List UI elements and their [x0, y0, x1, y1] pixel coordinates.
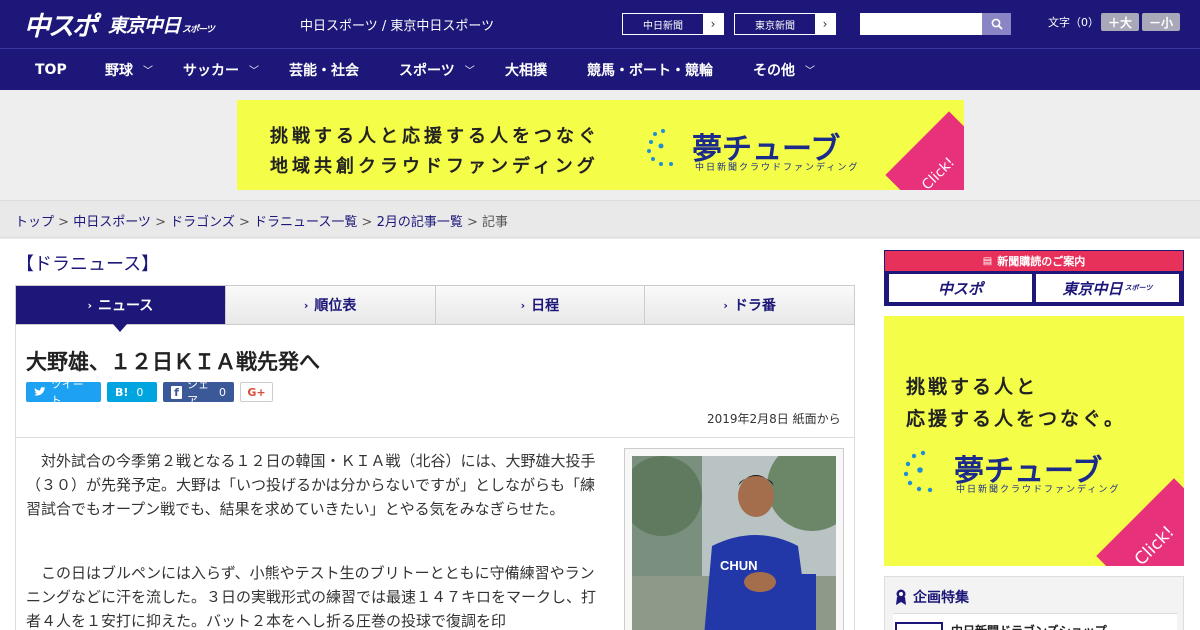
breadcrumb-feb-articles[interactable]: 2月の記事一覧: [377, 215, 463, 230]
subscribe-tokyo-chunichi[interactable]: 東京中日 スポーツ: [1036, 274, 1179, 302]
logo-chunichi-sports: 中スポ: [24, 11, 98, 42]
main-nav: TOP 野球 ﹀ サッカー ﹀ 芸能・社会 スポーツ ﹀ 大相撲 競馬・ボート・競輪 …: [0, 48, 1200, 90]
tweet-button[interactable]: ツイート: [26, 378, 101, 407]
top-header: 中スポ 東京中日 スポーツ 中日スポーツ / 東京中日スポーツ 中日新聞 › 東京…: [0, 0, 1200, 48]
chevron-right-icon: ›: [723, 298, 728, 312]
tab-schedule[interactable]: › 日程: [435, 286, 646, 324]
article-headline: 大野雄、１２日ＫＩＡ戦先発へ: [26, 350, 320, 374]
banner-sub: 中日新聞クラウドファンディング: [695, 163, 860, 173]
chevron-down-icon: ﹀: [143, 66, 153, 77]
logo-tokyo-chunichi: 東京中日 スポーツ: [108, 14, 215, 37]
nav-top[interactable]: TOP: [35, 49, 67, 90]
dragons-shop-thumb-icon: [895, 622, 943, 630]
tab-standings[interactable]: › 順位表: [225, 286, 436, 324]
feature-section: 企画特集 中日新聞ドラゴンズショップ: [884, 576, 1184, 630]
nav-soccer[interactable]: サッカー ﹀: [183, 49, 259, 90]
newspaper-icon: ▤: [982, 255, 993, 267]
twitter-icon: [34, 387, 46, 396]
sidebar-ad-line2: 応援する人をつなぐ。: [906, 408, 1127, 430]
chevron-down-icon: ﹀: [464, 66, 475, 77]
chevron-down-icon: ﹀: [805, 66, 815, 77]
tokyo-shimbun-link[interactable]: 東京新聞 ›: [734, 13, 836, 35]
site-tagline: 中日スポーツ / 東京中日スポーツ: [300, 19, 495, 34]
article-photo[interactable]: CHUN: [632, 456, 836, 630]
hatena-bookmark-button[interactable]: B! 0: [107, 382, 157, 402]
search-input[interactable]: [860, 13, 982, 35]
section-title: 【ドラニュース】: [16, 254, 160, 275]
font-bigger-button[interactable]: ＋大: [1101, 13, 1139, 31]
dragons-tabs: › ニュース › 順位表 › 日程 › ドラ番: [15, 285, 855, 332]
ribbon-icon: [896, 589, 906, 605]
tab-dora-ban[interactable]: › ドラ番: [645, 286, 854, 324]
subscribe-chunichi-sports[interactable]: 中スポ: [889, 274, 1032, 302]
nav-racing[interactable]: 競馬・ボート・競輪: [587, 49, 713, 90]
banner-line2: 地域共創クラウドファンディング: [270, 156, 599, 177]
tab-news[interactable]: › ニュース: [16, 286, 226, 332]
sidebar-ad-sub: 中日新聞クラウドファンディング: [956, 485, 1121, 495]
breadcrumb-dragons[interactable]: ドラゴンズ: [170, 215, 235, 230]
dots-logo-icon: [647, 129, 673, 166]
font-smaller-button[interactable]: －小: [1142, 13, 1180, 31]
player-photo-image: CHUN: [632, 456, 836, 630]
breadcrumb-top[interactable]: トップ: [15, 215, 54, 230]
google-plus-button[interactable]: G+: [240, 382, 273, 402]
search-button[interactable]: [982, 13, 1011, 35]
nav-baseball[interactable]: 野球 ﹀: [105, 49, 153, 90]
article-paragraph-2: この日はブルペンには入らず、小熊やテスト生のブリトーとともに守備練習やランニング…: [26, 564, 597, 630]
hatena-icon: B!: [115, 385, 129, 399]
breadcrumb-bar: トップ > 中日スポーツ > ドラゴンズ > ドラニュース一覧 > 2月の記事一…: [0, 200, 1200, 238]
facebook-icon: f: [171, 385, 183, 399]
font-size-label: 文字（0）: [1048, 16, 1099, 29]
facebook-share-button[interactable]: f シェア 0: [163, 378, 234, 407]
nav-entertainment[interactable]: 芸能・社会: [289, 49, 359, 90]
breadcrumb: トップ > 中日スポーツ > ドラゴンズ > ドラニュース一覧 > 2月の記事一…: [15, 215, 509, 230]
subscription-header: ▤ 新聞購読のご案内: [885, 251, 1183, 271]
nav-sports[interactable]: スポーツ ﹀: [399, 49, 475, 90]
chevron-down-icon: ﹀: [249, 66, 259, 77]
article-paragraph-1: 対外試合の今季第２戦となる１２日の韓国・ＫＩＡ戦（北谷）には、大野雄大投手（３０…: [26, 452, 596, 518]
nav-other[interactable]: その他 ﹀: [753, 49, 815, 90]
chevron-right-icon: ›: [303, 298, 309, 312]
crowdfunding-banner-ad[interactable]: 挑戦する人と応援する人をつなぐ 地域共創クラウドファンディング 夢チューブ 中日…: [237, 100, 964, 190]
chevron-right-icon: ›: [703, 14, 723, 34]
article-dateline: 2019年2月8日 紙面から: [707, 412, 841, 426]
newspaper-subscription-box[interactable]: ▤ 新聞購読のご案内 中スポ 東京中日 スポーツ: [884, 250, 1184, 306]
google-plus-icon: G+: [247, 385, 266, 399]
feature-item-dragons-shop[interactable]: 中日新聞ドラゴンズショップ: [893, 613, 1177, 630]
breadcrumb-current: 記事: [482, 215, 509, 230]
nav-sumo[interactable]: 大相撲: [505, 49, 547, 90]
banner-line1: 挑戦する人と応援する人をつなぐ: [270, 126, 600, 147]
search-icon: [991, 18, 1003, 30]
sidebar-ad-line1: 挑戦する人と: [906, 376, 1039, 398]
feature-title: 企画特集: [895, 587, 969, 607]
site-logo[interactable]: 中スポ 東京中日 スポーツ: [24, 8, 215, 42]
chevron-right-icon: ›: [87, 298, 92, 312]
svg-text:CHUN: CHUN: [720, 558, 758, 573]
chevron-right-icon: ›: [520, 298, 526, 312]
breadcrumb-dra-news[interactable]: ドラニュース一覧: [254, 215, 357, 230]
chunichi-shimbun-link[interactable]: 中日新聞 ›: [622, 13, 724, 35]
sidebar-crowdfunding-ad[interactable]: 挑戦する人と 応援する人をつなぐ。 夢チューブ 中日新聞クラウドファンディング …: [884, 316, 1184, 566]
dots-logo-icon: [904, 450, 933, 493]
chevron-right-icon: ›: [815, 14, 835, 34]
breadcrumb-chunichi-sports[interactable]: 中日スポーツ: [73, 215, 151, 230]
